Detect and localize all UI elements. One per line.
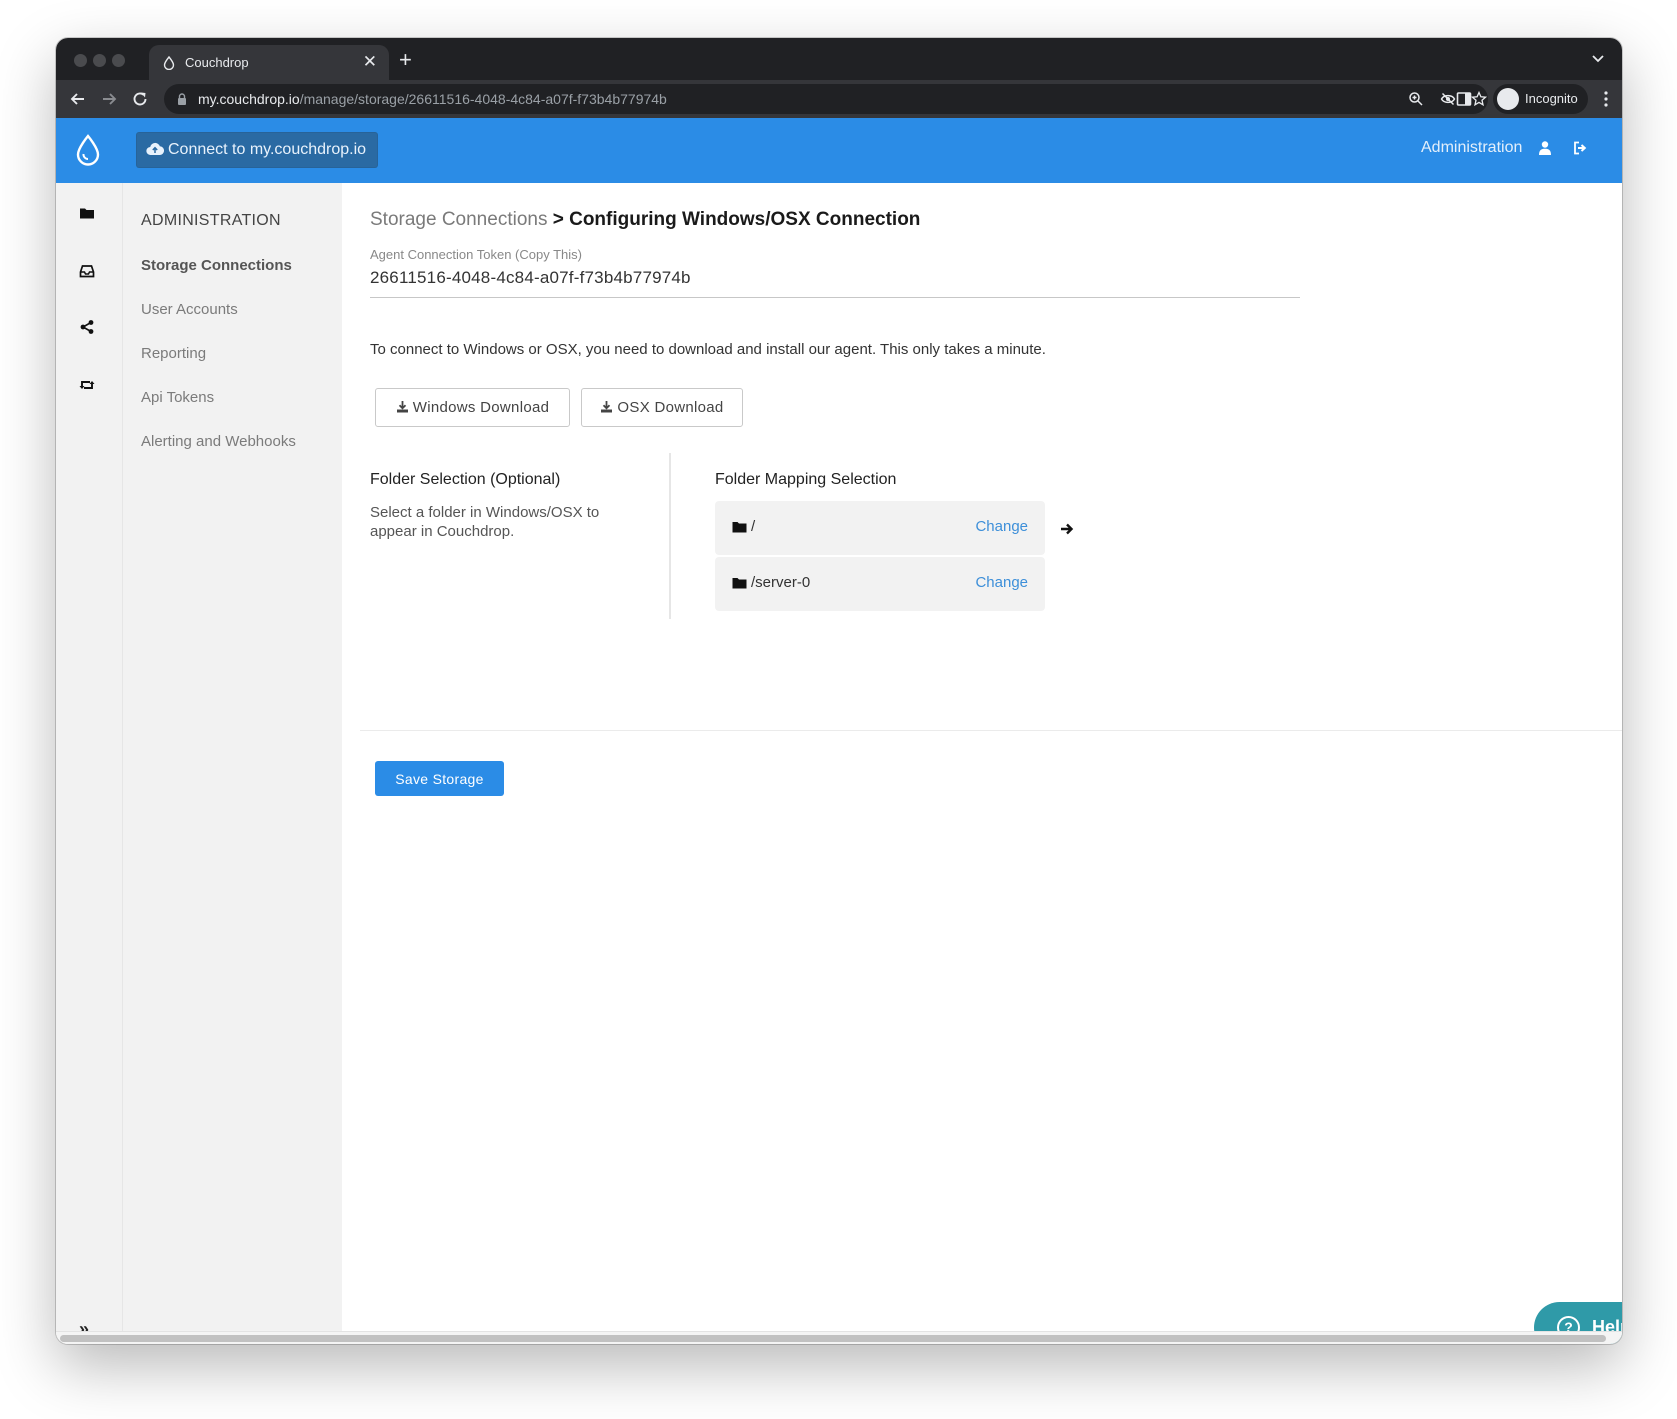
tab-bar: Couchdrop ✕ + bbox=[56, 38, 1622, 80]
form-divider bbox=[360, 730, 1622, 731]
change-source-link[interactable]: Change bbox=[975, 518, 1028, 535]
mapping-row-source: / Change bbox=[715, 501, 1045, 555]
minimize-window-dot[interactable] bbox=[93, 54, 106, 67]
app-header: Connect to my.couchdrop.io Administratio… bbox=[56, 118, 1622, 183]
download-icon bbox=[396, 401, 408, 413]
back-arrow-icon[interactable] bbox=[68, 89, 88, 109]
icon-rail: » bbox=[56, 183, 123, 1344]
incognito-icon bbox=[1497, 88, 1519, 110]
mapping-path: /server-0 bbox=[751, 574, 811, 591]
arrow-right-icon bbox=[1061, 523, 1074, 535]
zoom-window-dot[interactable] bbox=[112, 54, 125, 67]
page-title: Configuring Windows/OSX Connection bbox=[569, 209, 921, 230]
menu-item-reporting[interactable]: Reporting bbox=[141, 345, 206, 362]
administration-link[interactable]: Administration bbox=[1421, 139, 1522, 157]
token-underline bbox=[370, 297, 1300, 298]
user-icon[interactable] bbox=[1537, 140, 1553, 156]
breadcrumb: Storage Connections > Configuring Window… bbox=[370, 209, 920, 231]
save-storage-button[interactable]: Save Storage bbox=[375, 761, 504, 796]
token-field[interactable]: 26611516-4048-4c84-a07f-f73b4b77974b bbox=[370, 268, 691, 288]
folder-icon bbox=[732, 578, 747, 589]
breadcrumb-parent-link[interactable]: Storage Connections bbox=[370, 209, 547, 230]
download-icon bbox=[601, 401, 613, 413]
browser-menu-icon[interactable] bbox=[1604, 91, 1608, 107]
url-host: my.couchdrop.io bbox=[198, 91, 300, 107]
retweet-icon[interactable] bbox=[79, 377, 95, 393]
folder-mapping-title: Folder Mapping Selection bbox=[715, 471, 897, 488]
tab-search-chevron-icon[interactable] bbox=[1590, 50, 1606, 66]
windows-download-button[interactable]: Windows Download bbox=[375, 388, 570, 427]
browser-window: Couchdrop ✕ + my.couchdrop.io/manage/sto… bbox=[56, 38, 1622, 1344]
couchdrop-favicon-icon bbox=[163, 56, 175, 70]
token-label: Agent Connection Token (Copy This) bbox=[370, 247, 582, 262]
menu-item-api-tokens[interactable]: Api Tokens bbox=[141, 389, 214, 406]
incognito-label: Incognito bbox=[1525, 91, 1578, 106]
incognito-badge[interactable]: Incognito bbox=[1493, 84, 1588, 114]
breadcrumb-separator: > bbox=[547, 209, 570, 230]
section-divider bbox=[669, 453, 671, 619]
osx-download-button[interactable]: OSX Download bbox=[581, 388, 743, 427]
tab-title: Couchdrop bbox=[185, 55, 249, 70]
menu-item-storage-connections[interactable]: Storage Connections bbox=[141, 257, 292, 274]
folder-icon bbox=[732, 522, 747, 533]
mapping-row-destination: /server-0 Change bbox=[715, 557, 1045, 611]
browser-toolbar: my.couchdrop.io/manage/storage/26611516-… bbox=[56, 80, 1622, 118]
folder-icon[interactable] bbox=[79, 205, 95, 221]
windows-download-label: Windows Download bbox=[412, 399, 550, 416]
cloud-upload-icon bbox=[146, 142, 164, 156]
menu-item-user-accounts[interactable]: User Accounts bbox=[141, 301, 238, 318]
connect-button[interactable]: Connect to my.couchdrop.io bbox=[136, 132, 378, 168]
change-destination-link[interactable]: Change bbox=[975, 574, 1028, 591]
mapping-path: / bbox=[751, 518, 756, 535]
lock-icon[interactable] bbox=[176, 92, 188, 106]
sign-out-icon[interactable] bbox=[1572, 140, 1588, 156]
new-tab-button[interactable]: + bbox=[399, 47, 412, 73]
browser-tab[interactable]: Couchdrop ✕ bbox=[149, 45, 389, 80]
close-window-dot[interactable] bbox=[74, 54, 87, 67]
main-content: Storage Connections > Configuring Window… bbox=[342, 183, 1622, 1344]
tab-close-icon[interactable]: ✕ bbox=[363, 52, 377, 72]
url-path: /manage/storage/26611516-4048-4c84-a07f-… bbox=[299, 91, 667, 107]
folder-selection-title: Folder Selection (Optional) bbox=[370, 471, 561, 488]
intro-text: To connect to Windows or OSX, you need t… bbox=[370, 341, 1046, 358]
scrollbar-thumb[interactable] bbox=[60, 1335, 1606, 1342]
side-panel-icon[interactable] bbox=[1456, 91, 1472, 107]
connect-button-label: Connect to my.couchdrop.io bbox=[168, 141, 367, 158]
reload-icon[interactable] bbox=[130, 89, 150, 109]
osx-download-label: OSX Download bbox=[617, 399, 724, 416]
url-text[interactable]: my.couchdrop.io/manage/storage/26611516-… bbox=[198, 91, 667, 107]
zoom-icon[interactable] bbox=[1408, 91, 1424, 107]
menu-title: ADMINISTRATION bbox=[141, 212, 281, 229]
menu-item-alerting-webhooks[interactable]: Alerting and Webhooks bbox=[141, 433, 296, 450]
address-bar[interactable]: my.couchdrop.io/manage/storage/26611516-… bbox=[164, 84, 1488, 114]
share-icon[interactable] bbox=[79, 319, 95, 335]
admin-menu: ADMINISTRATION Storage Connections User … bbox=[123, 183, 342, 1344]
eye-slash-icon[interactable] bbox=[1440, 91, 1456, 107]
star-icon[interactable] bbox=[1471, 91, 1487, 107]
inbox-icon[interactable] bbox=[79, 263, 95, 279]
forward-arrow-icon[interactable] bbox=[99, 89, 119, 109]
couchdrop-logo-icon[interactable] bbox=[74, 133, 102, 167]
horizontal-scrollbar[interactable] bbox=[56, 1331, 1622, 1344]
folder-selection-description: Select a folder in Windows/OSX to appear… bbox=[370, 504, 600, 540]
